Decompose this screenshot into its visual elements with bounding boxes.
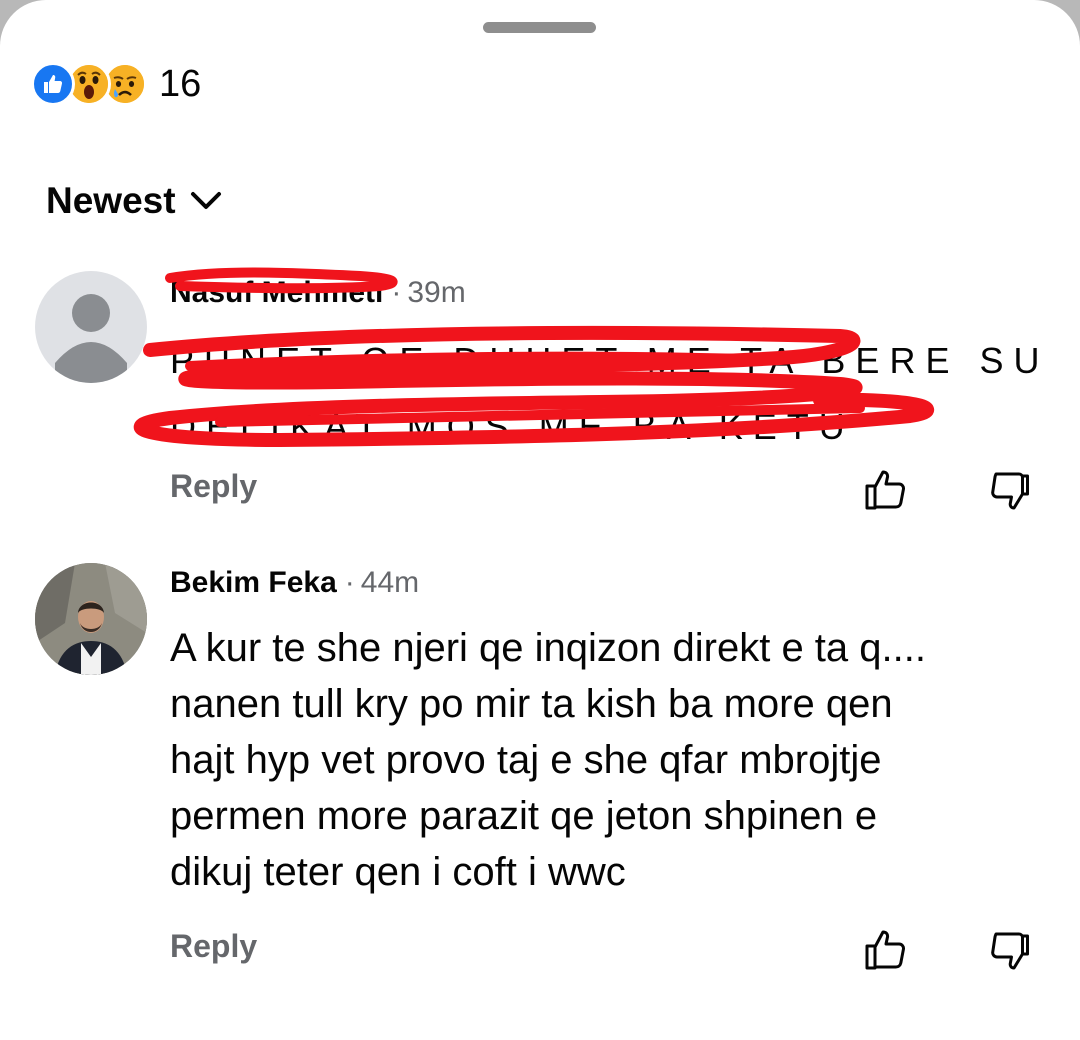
thumbs-down-icon[interactable] — [986, 466, 1034, 514]
comments-sheet: 16 Newest Nasuf Mehmeti · 39m PUNET QE DUH… — [0, 0, 1080, 1040]
reactions-summary[interactable]: 16 — [31, 60, 201, 108]
separator-dot: · — [391, 276, 402, 309]
reply-button[interactable]: Reply — [170, 928, 257, 965]
comment-time[interactable]: 39m — [407, 276, 465, 309]
drag-handle[interactable] — [483, 22, 596, 33]
reply-button[interactable]: Reply — [170, 468, 257, 505]
sort-label: Newest — [46, 180, 176, 221]
comment-author[interactable]: Bekim Feka — [170, 566, 337, 599]
thumbs-up-icon[interactable] — [862, 925, 910, 973]
like-icon — [31, 62, 75, 106]
comment-header: Bekim Feka · 44m — [170, 565, 419, 601]
reaction-count: 16 — [159, 63, 202, 105]
avatar-default-icon[interactable] — [35, 271, 147, 383]
avatar-photo[interactable] — [35, 563, 147, 675]
comment-author[interactable]: Nasuf Mehmeti — [170, 276, 383, 309]
comment-time[interactable]: 44m — [361, 566, 419, 599]
comment-text: A kur te she njeri qe inqizon direkt e t… — [170, 626, 926, 894]
thumbs-down-icon[interactable] — [986, 926, 1034, 974]
comment-header: Nasuf Mehmeti · 39m — [170, 275, 466, 311]
chevron-down-icon — [190, 192, 221, 209]
thumbs-up-icon[interactable] — [862, 465, 910, 513]
separator-dot: · — [344, 566, 355, 599]
sort-selector[interactable]: Newest — [46, 180, 222, 222]
comment-text: PUNET QE DUHET ME TA BERE SU DELIKAT MOS… — [170, 340, 1050, 447]
